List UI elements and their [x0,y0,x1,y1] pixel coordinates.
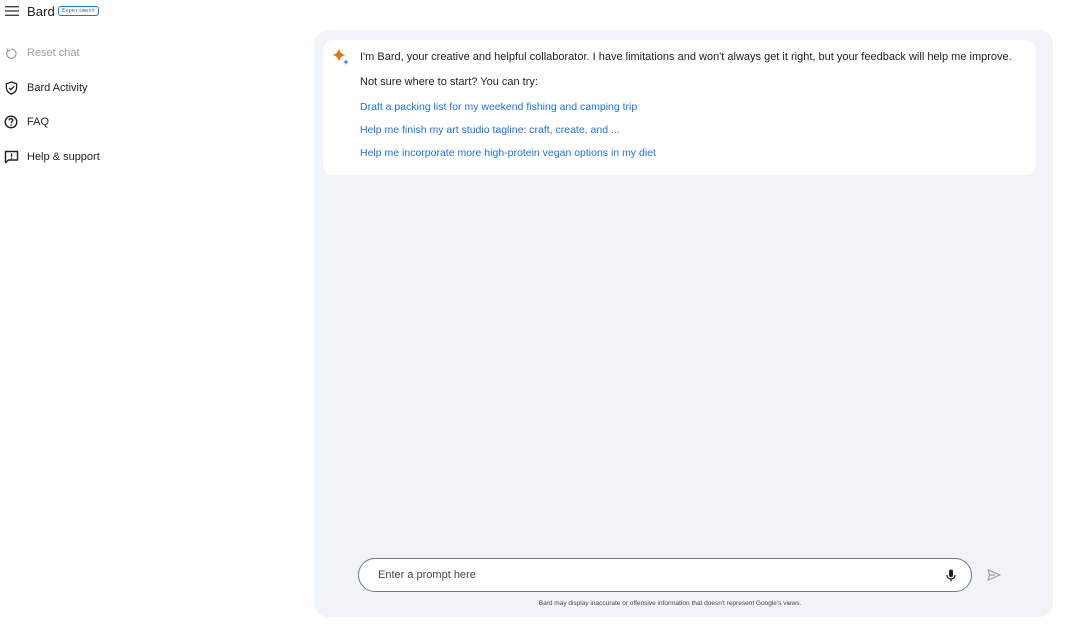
sidebar-item-bard-activity[interactable]: Bard Activity [0,71,300,106]
sidebar-item-label: Bard Activity [27,81,88,94]
shield-icon [1,78,21,98]
sidebar-item-faq[interactable]: FAQ [0,105,300,140]
sidebar-item-help-support[interactable]: Help & support [0,140,300,175]
sidebar-item-label: Reset chat [27,47,80,60]
disclaimer-text: Bard may display inaccurate or offensive… [538,600,802,607]
sidebar-item-label: Help & support [27,150,100,163]
help-circle-icon [1,112,21,132]
welcome-card: I'm Bard, your creative and helpful coll… [323,40,1036,175]
suggestion-link[interactable]: Draft a packing list for my weekend fish… [360,101,637,113]
menu-icon[interactable] [1,1,23,21]
suggestion-link[interactable]: Help me finish my art studio tagline: cr… [360,124,620,136]
feedback-icon [1,147,21,167]
suggestions-heading: Not sure where to start? You can try: [360,76,538,88]
prompt-input-container [358,558,972,592]
suggestion-link[interactable]: Help me incorporate more high-protein ve… [360,147,656,159]
sidebar-item-label: FAQ [27,116,50,129]
brand-title: Bard [27,3,55,19]
reset-icon [1,43,21,63]
prompt-input[interactable] [378,569,941,581]
intro-message: I'm Bard, your creative and helpful coll… [360,51,1012,63]
microphone-icon[interactable] [941,565,961,585]
send-icon[interactable] [984,565,1004,585]
bard-sparkle-icon [331,47,351,67]
chat-panel: I'm Bard, your creative and helpful coll… [314,30,1053,617]
app-header: Bard Experiment [0,0,300,22]
sidebar: Reset chat Bard Activity FAQ Help & supp… [0,36,300,174]
sidebar-item-reset-chat[interactable]: Reset chat [0,36,300,71]
experiment-badge: Experiment [57,6,99,16]
